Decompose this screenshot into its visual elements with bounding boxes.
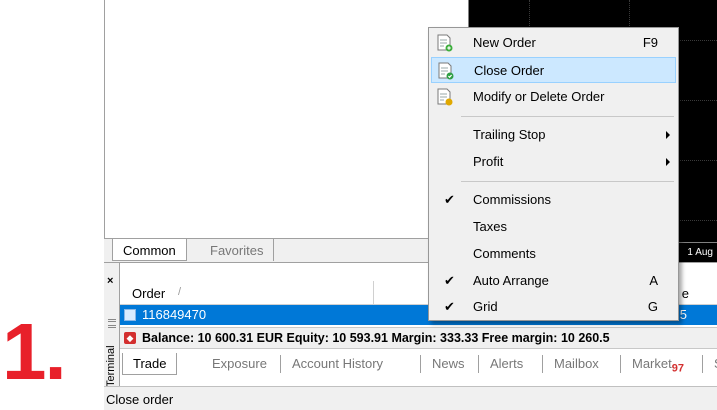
menu-shortcut: G (647, 299, 658, 314)
tab-common[interactable]: Common (112, 239, 187, 261)
tab-news[interactable]: News (422, 353, 475, 375)
step-number: 1. (2, 307, 67, 396)
menu-item-label: Taxes (473, 219, 507, 234)
menu-item-modify-order[interactable]: Modify or Delete Order (431, 84, 676, 110)
status-text: Close order (106, 392, 174, 407)
terminal-sidebar: × Terminal (104, 263, 120, 387)
tab-divider (620, 355, 621, 373)
tab-market-label: Market (632, 356, 672, 371)
tab-divider (478, 355, 479, 373)
menu-item-commissions[interactable]: ✔ Commissions (431, 187, 676, 213)
tab-favorites[interactable]: Favorites (200, 239, 275, 261)
balance-text: Balance: 10 600.31 EUR Equity: 10 593.91… (142, 331, 610, 345)
menu-item-taxes[interactable]: Taxes (431, 214, 676, 240)
menu-shortcut: F9 (642, 35, 658, 50)
menu-shortcut: A (649, 273, 658, 288)
menu-item-label: New Order (473, 35, 536, 50)
close-icon[interactable]: × (107, 275, 113, 287)
navigator-tabs: Common Favorites (104, 238, 468, 262)
tab-trade[interactable]: Trade (122, 353, 178, 375)
menu-item-label: Comments (473, 246, 536, 261)
tab-mailbox[interactable]: Mailbox (544, 353, 609, 375)
new-order-icon (437, 34, 453, 52)
menu-item-label: Grid (473, 299, 498, 314)
submenu-arrow-icon (666, 158, 670, 166)
menu-item-label: Profit (473, 154, 504, 169)
order-ticket: 116849470 (142, 307, 207, 322)
tab-exposure[interactable]: Exposure (202, 353, 277, 375)
menu-item-label: Close Order (474, 63, 545, 78)
tab-alerts[interactable]: Alerts (480, 353, 533, 375)
menu-separator (461, 181, 674, 182)
order-icon (124, 309, 136, 321)
column-header-partial[interactable]: e (682, 286, 689, 301)
menu-item-new-order[interactable]: New Order F9 (431, 30, 676, 56)
column-divider[interactable] (373, 281, 374, 305)
checkmark-icon: ✔ (444, 192, 455, 207)
tab-divider (702, 355, 703, 373)
navigator-panel (104, 0, 468, 240)
terminal-side-label: Terminal (105, 345, 117, 387)
tab-account-history[interactable]: Account History (282, 353, 393, 375)
sort-indicator-icon: / (178, 286, 182, 298)
market-badge: 97 (671, 362, 684, 375)
close-order-icon (438, 62, 454, 80)
menu-item-label: Trailing Stop (473, 127, 546, 142)
menu-item-comments[interactable]: Comments (431, 241, 676, 267)
chart-date-label: 1 Aug (687, 247, 713, 258)
menu-item-close-order[interactable]: Close Order (431, 57, 676, 83)
grip-icon[interactable] (108, 325, 116, 328)
submenu-arrow-icon (666, 131, 670, 139)
menu-item-grid[interactable]: ✔ Grid G (431, 294, 676, 320)
checkmark-icon: ✔ (444, 299, 455, 314)
tab-signals-partial[interactable]: S (704, 353, 717, 375)
menu-separator (461, 116, 674, 117)
tab-divider (420, 355, 421, 373)
column-header-order[interactable]: Order (132, 286, 165, 301)
menu-item-label: Commissions (473, 192, 552, 207)
order-cell-partial: 5 (679, 307, 687, 322)
tab-divider (542, 355, 543, 373)
grip-icon[interactable] (108, 319, 116, 322)
menu-item-profit[interactable]: Profit (431, 149, 676, 175)
menu-item-label: Auto Arrange (473, 273, 549, 288)
modify-order-icon (437, 88, 453, 106)
menu-item-auto-arrange[interactable]: ✔ Auto Arrange A (431, 268, 676, 294)
menu-item-trailing-stop[interactable]: Trailing Stop (431, 122, 676, 148)
checkmark-icon: ✔ (444, 273, 455, 288)
status-bar: Close order (104, 386, 717, 410)
context-menu: New Order F9 Close Order Modify or Delet… (428, 27, 679, 321)
tab-market[interactable]: Market97 (622, 353, 694, 375)
menu-item-label: Modify or Delete Order (473, 89, 605, 104)
account-summary-row: ◆ Balance: 10 600.31 EUR Equity: 10 593.… (120, 327, 717, 349)
balance-icon: ◆ (124, 332, 136, 344)
tab-divider (280, 355, 281, 373)
terminal-tabs: Trade Exposure Account History News Aler… (120, 351, 717, 377)
